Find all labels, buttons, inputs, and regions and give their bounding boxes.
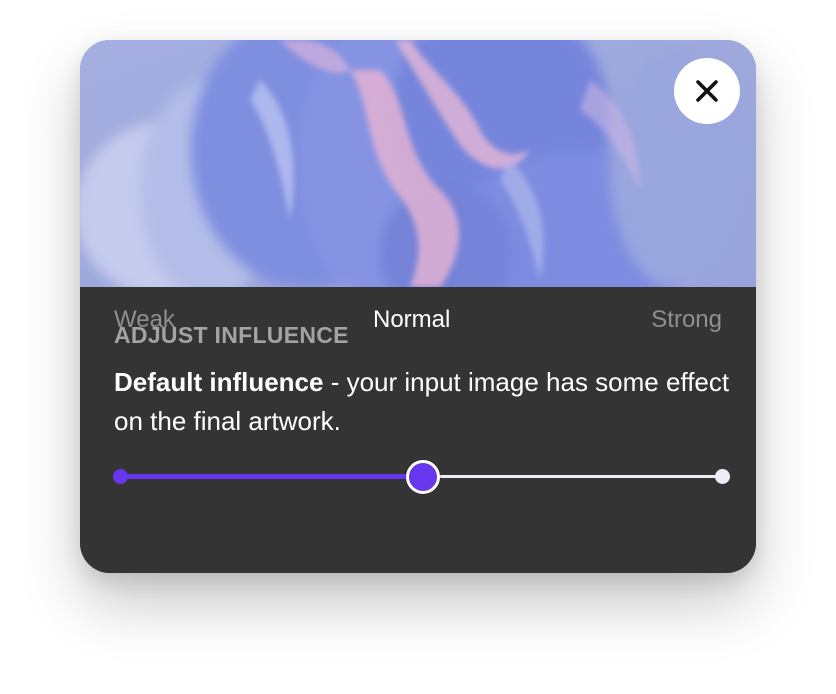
influence-card: ADJUST INFLUENCE Default influence - you… — [80, 40, 756, 573]
slider-label-strong[interactable]: Strong — [651, 306, 722, 334]
influence-panel: ADJUST INFLUENCE Default influence - you… — [80, 287, 756, 573]
abstract-painting-image — [80, 40, 756, 287]
slider-track-fill — [120, 474, 422, 479]
influence-level-name: Default influence — [114, 367, 324, 397]
slider-end-dot — [715, 469, 730, 484]
input-image-preview — [80, 40, 756, 287]
close-button[interactable] — [674, 58, 740, 124]
influence-description: Default influence - your input image has… — [114, 363, 734, 441]
slider-thumb[interactable] — [406, 460, 440, 494]
slider-start-dot — [113, 469, 128, 484]
slider-label-weak[interactable]: Weak — [114, 306, 175, 334]
slider-label-normal[interactable]: Normal — [373, 306, 450, 334]
close-icon — [696, 80, 718, 102]
influence-slider[interactable] — [110, 457, 730, 497]
